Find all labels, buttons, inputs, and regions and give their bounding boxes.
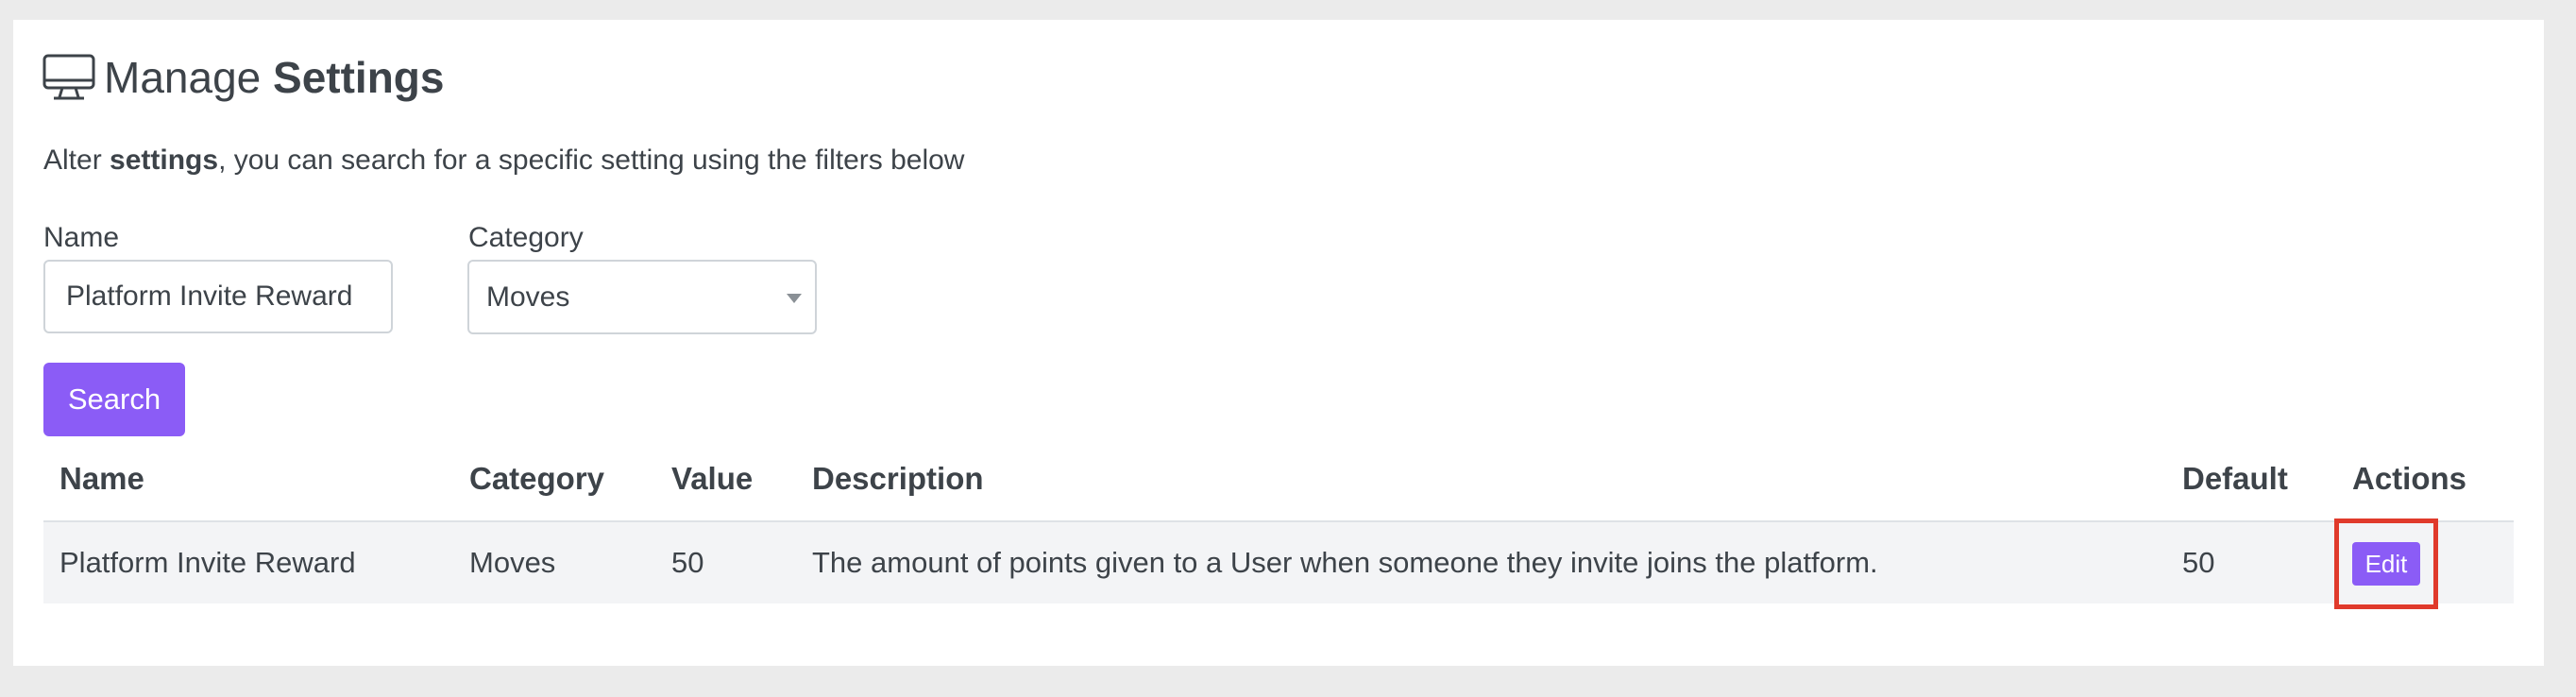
column-header-actions: Actions — [2352, 461, 2467, 496]
category-select[interactable]: Moves — [467, 260, 817, 334]
column-header-name: Name — [59, 461, 144, 496]
monitor-icon — [42, 53, 104, 102]
column-header-description: Description — [812, 461, 984, 496]
name-filter-input[interactable] — [43, 260, 393, 333]
category-filter-label: Category — [468, 222, 584, 253]
page-subtitle: Alter settings, you can search for a spe… — [43, 144, 965, 176]
category-select-value: Moves — [486, 280, 570, 313]
name-filter-label: Name — [43, 222, 120, 253]
cell-description: The amount of points given to a User whe… — [812, 546, 1878, 579]
page-title: Manage Settings — [104, 53, 445, 102]
column-header-value: Value — [671, 461, 754, 496]
column-header-default: Default — [2182, 461, 2288, 496]
search-button[interactable]: Search — [43, 363, 185, 436]
cell-category: Moves — [469, 546, 556, 579]
settings-card: Manage Settings Alter settings, you can … — [13, 20, 2544, 666]
edit-button[interactable]: Edit — [2352, 542, 2420, 586]
cell-value: 50 — [671, 546, 704, 579]
column-header-category: Category — [469, 461, 605, 496]
chevron-down-icon — [787, 294, 802, 303]
cell-default: 50 — [2182, 546, 2215, 579]
page-header: Manage Settings — [42, 52, 444, 103]
cell-name: Platform Invite Reward — [59, 546, 356, 579]
